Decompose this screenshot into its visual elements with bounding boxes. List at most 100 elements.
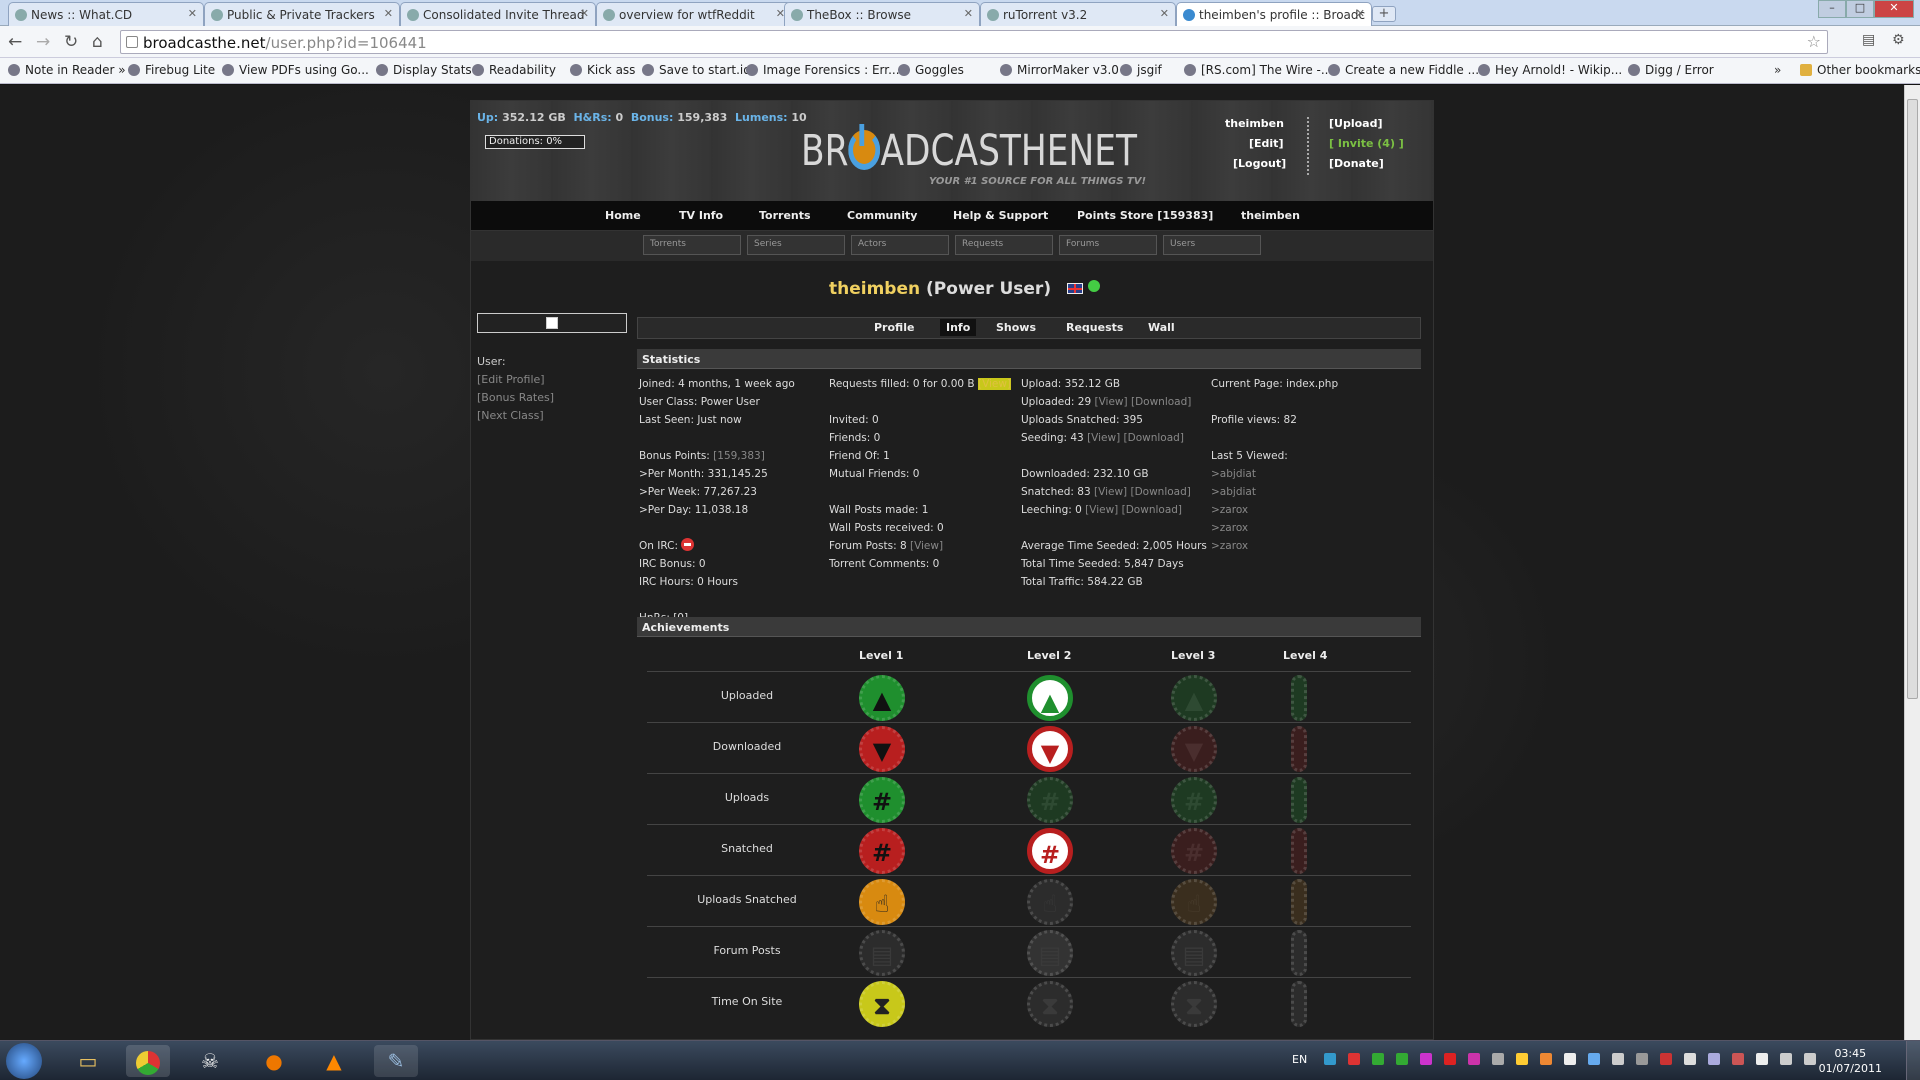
bonus-points-link[interactable]: [159,383] bbox=[713, 450, 765, 462]
recent-viewer-link[interactable]: >zarox bbox=[1211, 537, 1338, 555]
invite-link[interactable]: [ Invite (4) ] bbox=[1329, 137, 1404, 150]
logout-link[interactable]: [Logout] bbox=[1233, 157, 1286, 170]
scrollbar[interactable] bbox=[1904, 85, 1920, 1040]
bookmark-item[interactable]: Goggles bbox=[898, 63, 964, 77]
bookmark-item[interactable]: Image Forensics : Err... bbox=[746, 63, 900, 77]
paint-icon[interactable]: ✎ bbox=[374, 1045, 418, 1077]
tray-icon[interactable] bbox=[1516, 1053, 1528, 1065]
tray-icon[interactable] bbox=[1564, 1053, 1576, 1065]
browser-tab[interactable]: News :: What.CD ✕ bbox=[8, 2, 204, 26]
forward-icon[interactable]: → bbox=[36, 32, 50, 52]
nav-tv-info[interactable]: TV Info bbox=[679, 209, 723, 222]
clock[interactable]: 03:45 01/07/2011 bbox=[1819, 1046, 1882, 1076]
close-tab-icon[interactable]: ✕ bbox=[580, 7, 589, 20]
back-icon[interactable]: ← bbox=[8, 32, 22, 52]
tab-wall[interactable]: Wall bbox=[1148, 321, 1175, 334]
view-link[interactable]: [View] bbox=[1087, 432, 1120, 444]
new-tab-button[interactable]: + bbox=[1372, 6, 1396, 22]
volume-icon[interactable] bbox=[1804, 1053, 1816, 1065]
bookmark-item[interactable]: Firebug Lite bbox=[128, 63, 215, 77]
view-link[interactable]: [View] bbox=[1085, 504, 1118, 516]
download-link[interactable]: [Download] bbox=[1131, 396, 1191, 408]
browser-tab[interactable]: TheBox :: Browse ✕ bbox=[784, 2, 980, 26]
tray-icon[interactable] bbox=[1636, 1053, 1648, 1065]
tray-icon[interactable] bbox=[1468, 1053, 1480, 1065]
bookmark-item[interactable]: Create a new Fiddle ... bbox=[1328, 63, 1479, 77]
tray-icon[interactable] bbox=[1420, 1053, 1432, 1065]
tray-icon[interactable] bbox=[1540, 1053, 1552, 1065]
tray-icon[interactable] bbox=[1396, 1053, 1408, 1065]
bonus-rates-link[interactable]: [Bonus Rates] bbox=[477, 389, 554, 407]
recent-viewer-link[interactable]: >abjdiat bbox=[1211, 465, 1338, 483]
tab-shows[interactable]: Shows bbox=[996, 321, 1036, 334]
minimize-icon[interactable]: – bbox=[1818, 0, 1846, 18]
search-forums-input[interactable]: Forums bbox=[1059, 235, 1157, 255]
network-icon[interactable] bbox=[1780, 1053, 1792, 1065]
scrollbar-thumb[interactable] bbox=[1907, 99, 1918, 699]
recent-viewer-link[interactable]: >zarox bbox=[1211, 519, 1338, 537]
search-torrents-input[interactable]: Torrents bbox=[643, 235, 741, 255]
nav-community[interactable]: Community bbox=[847, 209, 917, 222]
close-tab-icon[interactable]: ✕ bbox=[384, 7, 393, 20]
reload-icon[interactable]: ↻ bbox=[64, 32, 78, 52]
bookmark-item[interactable]: Save to start.io bbox=[642, 63, 751, 77]
start-button[interactable] bbox=[6, 1043, 42, 1079]
browser-tab-active[interactable]: theimben's profile :: Broadc ✕ bbox=[1176, 2, 1372, 26]
bookmark-item[interactable]: Readability bbox=[472, 63, 556, 77]
bookmark-item[interactable]: [RS.com] The Wire -... bbox=[1184, 63, 1332, 77]
bookmark-item[interactable]: Digg / Error bbox=[1628, 63, 1714, 77]
tray-icon[interactable] bbox=[1588, 1053, 1600, 1065]
recent-viewer-link[interactable]: >abjdiat bbox=[1211, 483, 1338, 501]
tray-icon[interactable] bbox=[1612, 1053, 1624, 1065]
close-window-icon[interactable]: ✕ bbox=[1874, 0, 1914, 18]
edit-profile-link[interactable]: [Edit Profile] bbox=[477, 371, 554, 389]
tab-info[interactable]: Info bbox=[940, 319, 977, 336]
star-icon[interactable]: ☆ bbox=[1807, 32, 1821, 51]
donate-link[interactable]: [Donate] bbox=[1329, 157, 1384, 170]
bookmark-item[interactable]: Note in Reader » bbox=[8, 63, 126, 77]
other-bookmarks[interactable]: Other bookmarks bbox=[1800, 63, 1920, 77]
chrome-icon[interactable] bbox=[126, 1045, 170, 1077]
tray-icon[interactable] bbox=[1660, 1053, 1672, 1065]
nav-help[interactable]: Help & Support bbox=[953, 209, 1048, 222]
tray-icon[interactable] bbox=[1708, 1053, 1720, 1065]
language-indicator[interactable]: EN bbox=[1292, 1053, 1307, 1066]
view-link[interactable]: [View] bbox=[977, 378, 1012, 390]
nav-points-store[interactable]: Points Store [159383] bbox=[1077, 209, 1213, 222]
site-logo[interactable]: BR ADCASTHENET bbox=[801, 124, 1137, 176]
page-menu-icon[interactable]: ▤ bbox=[1862, 32, 1875, 48]
next-class-link[interactable]: [Next Class] bbox=[477, 407, 554, 425]
close-tab-icon[interactable]: ✕ bbox=[188, 7, 197, 20]
edit-link[interactable]: [Edit] bbox=[1249, 137, 1283, 150]
firefox-icon[interactable]: ● bbox=[252, 1045, 296, 1077]
bookmark-item[interactable]: Kick ass bbox=[570, 63, 635, 77]
bookmark-item[interactable]: jsgif bbox=[1120, 63, 1162, 77]
browser-tab[interactable]: Public & Private Trackers ✕ bbox=[204, 2, 400, 26]
download-link[interactable]: [Download] bbox=[1124, 432, 1184, 444]
bookmark-item[interactable]: Display Stats bbox=[376, 63, 472, 77]
address-bar[interactable]: broadcasthe.net/user.php?id=106441 ☆ bbox=[120, 30, 1828, 54]
flag-icon[interactable] bbox=[1756, 1053, 1768, 1065]
nav-user[interactable]: theimben bbox=[1241, 209, 1300, 222]
search-users-input[interactable]: Users bbox=[1163, 235, 1261, 255]
username-link[interactable]: theimben bbox=[1225, 117, 1284, 130]
close-tab-icon[interactable]: ✕ bbox=[1160, 7, 1169, 20]
nav-torrents[interactable]: Torrents bbox=[759, 209, 811, 222]
tray-icon[interactable] bbox=[1372, 1053, 1384, 1065]
tab-profile[interactable]: Profile bbox=[874, 321, 914, 334]
alien-icon[interactable]: ☠ bbox=[188, 1045, 232, 1077]
view-link[interactable]: [View] bbox=[910, 540, 943, 552]
tray-icon[interactable] bbox=[1324, 1053, 1336, 1065]
close-tab-icon[interactable]: ✕ bbox=[1356, 7, 1365, 20]
tray-icon[interactable] bbox=[1444, 1053, 1456, 1065]
browser-tab[interactable]: Consolidated Invite Thread ✕ bbox=[400, 2, 596, 26]
browser-tab[interactable]: overview for wtfReddit ✕ bbox=[596, 2, 792, 26]
vlc-icon[interactable]: ▲ bbox=[312, 1045, 356, 1077]
tray-icon[interactable] bbox=[1732, 1053, 1744, 1065]
recent-viewer-link[interactable]: >zarox bbox=[1211, 501, 1338, 519]
close-tab-icon[interactable]: ✕ bbox=[964, 7, 973, 20]
explorer-icon[interactable]: ▭ bbox=[66, 1045, 110, 1077]
search-requests-input[interactable]: Requests bbox=[955, 235, 1053, 255]
bookmark-item[interactable]: MirrorMaker v3.0 bbox=[1000, 63, 1119, 77]
tray-icon[interactable] bbox=[1492, 1053, 1504, 1065]
